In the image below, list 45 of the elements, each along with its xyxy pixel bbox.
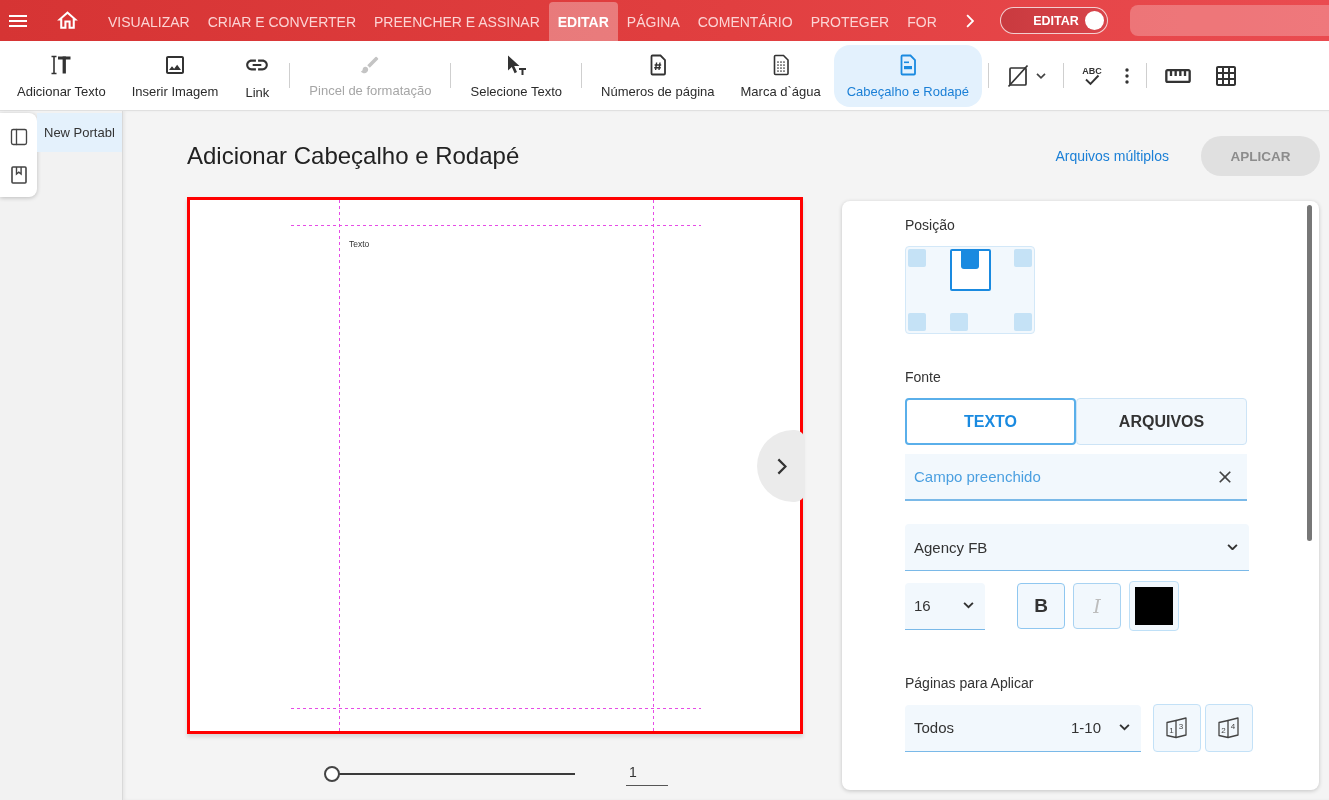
page-number-field[interactable]: 1 (626, 762, 668, 786)
chevron-down-icon (1035, 72, 1046, 79)
chevron-down-icon (963, 602, 974, 609)
scroll-thumb[interactable] (1307, 205, 1312, 541)
bookmark-page-icon (10, 165, 27, 184)
grid-icon (1213, 63, 1238, 88)
link-button[interactable]: Link (231, 44, 284, 107)
page-numbers-button[interactable]: Números de página (588, 44, 728, 107)
insert-image-button[interactable]: Inserir Imagem (118, 44, 232, 107)
pages-label: Páginas para Aplicar (905, 675, 1034, 691)
header-footer-button[interactable]: Cabeçalho e Rodapé (833, 44, 982, 107)
header-text: Texto (349, 239, 370, 249)
more-icon (1124, 67, 1129, 84)
source-tab[interactable]: ARQUIVOS (1076, 398, 1247, 445)
slashed-square-icon (1005, 63, 1030, 88)
pages-select[interactable]: Todos 1-10 (905, 704, 1141, 752)
size-select[interactable]: 16 (905, 582, 985, 630)
menu-tab[interactable]: VISUALIZAR (99, 2, 199, 41)
page-set-button[interactable]: 1 3 (1153, 704, 1201, 752)
source-tab[interactable]: TEXTO (905, 398, 1076, 445)
chevron-down-icon (1119, 724, 1130, 731)
chevron-right-icon (776, 457, 788, 475)
thumbnails-button[interactable] (8, 126, 29, 147)
zoom-slider[interactable] (324, 766, 575, 782)
bookmarks-button[interactable] (10, 165, 27, 184)
page-set-button[interactable]: 2 4 (1205, 704, 1253, 752)
add-text-button[interactable]: Adicionar Texto (4, 44, 119, 107)
position-label: Posição (905, 217, 955, 233)
multiple-files-link[interactable]: Arquivos múltiplos (1055, 148, 1169, 164)
select-text-button[interactable]: Selecione Texto (457, 44, 576, 107)
position-option[interactable] (949, 249, 991, 291)
chevron-right-icon (965, 13, 974, 28)
chevron-down-icon (1227, 543, 1238, 551)
color-picker-button[interactable] (1129, 581, 1179, 631)
bold-button[interactable]: B (1017, 583, 1065, 629)
panel-title: Adicionar Cabeçalho e Rodapé (187, 142, 521, 170)
slider-thumb[interactable] (324, 766, 340, 782)
search-field[interactable] (1129, 5, 1329, 36)
sidebar-icon (8, 126, 29, 147)
font-label: Fonte (905, 369, 941, 385)
spellcheck-button[interactable]: ABC (1069, 44, 1114, 107)
watermark-button[interactable]: Marca d`água (727, 44, 834, 107)
font-select[interactable]: Agency FB (905, 524, 1249, 571)
edit-mode-toggle[interactable]: EDITAR (999, 7, 1108, 34)
document-tab[interactable]: New Portabl (37, 113, 122, 152)
